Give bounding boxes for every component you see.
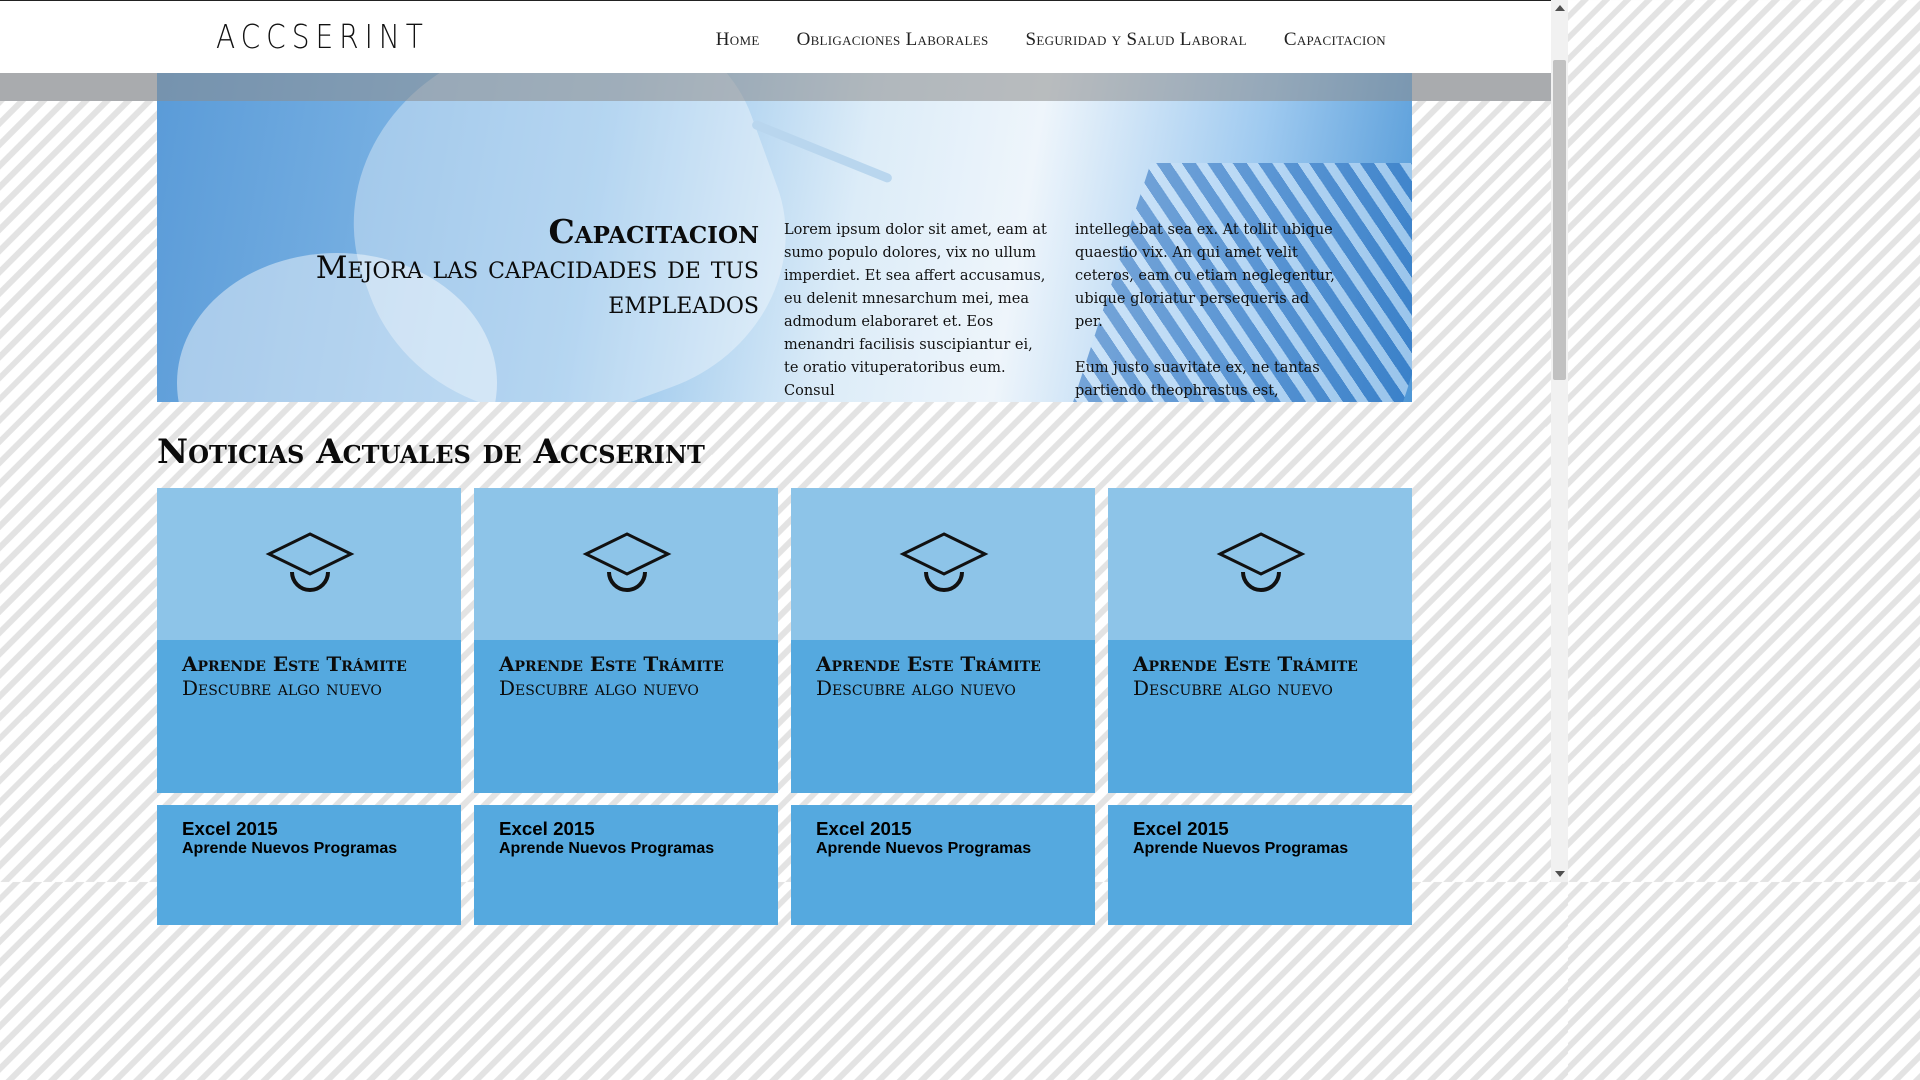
graduation-cap-icon bbox=[899, 532, 989, 592]
news-card-title: Aprende Este Trámite bbox=[1133, 652, 1358, 676]
graduation-cap-icon bbox=[1216, 532, 1306, 592]
news-card[interactable]: Aprende Este Trámite Descubre algo nuevo bbox=[791, 488, 1095, 793]
hero-title: Capacitacion bbox=[548, 212, 759, 251]
hero-paragraph: Lorem ipsum dolor sit amet, eam at sumo … bbox=[784, 222, 1047, 399]
nav-obligaciones-laborales[interactable]: Obligaciones Laborales bbox=[797, 29, 989, 51]
news-card-image bbox=[474, 488, 778, 640]
nav-capacitacion[interactable]: Capacitacion bbox=[1284, 29, 1386, 51]
course-card[interactable]: Excel 2015 Aprende Nuevos Programas bbox=[157, 805, 461, 925]
course-card-subtitle: Aprende Nuevos Programas bbox=[499, 840, 715, 857]
hero-subtitle: Mejora las capacidades de tus empleados bbox=[315, 250, 759, 321]
news-card-title: Aprende Este Trámite bbox=[816, 652, 1041, 676]
course-card[interactable]: Excel 2015 Aprende Nuevos Programas bbox=[474, 805, 778, 925]
news-card-title: Aprende Este Trámite bbox=[182, 652, 407, 676]
course-card-title: Excel 2015 bbox=[1133, 818, 1229, 839]
scroll-up-icon[interactable] bbox=[1555, 5, 1565, 11]
news-card-body: Aprende Este Trámite Descubre algo nuevo bbox=[791, 640, 1095, 793]
news-card-title: Aprende Este Trámite bbox=[499, 652, 724, 676]
course-card-subtitle: Aprende Nuevos Programas bbox=[816, 840, 1032, 857]
news-card-subtitle: Descubre algo nuevo bbox=[816, 676, 1016, 700]
news-card-subtitle: Descubre algo nuevo bbox=[499, 676, 699, 700]
site-header: ACCSERINT Home Obligaciones Laborales Se… bbox=[0, 0, 1551, 73]
site-logo[interactable]: ACCSERINT bbox=[216, 17, 429, 56]
hero-top-shade bbox=[157, 73, 1412, 101]
course-card-subtitle: Aprende Nuevos Programas bbox=[1133, 840, 1349, 857]
news-card[interactable]: Aprende Este Trámite Descubre algo nuevo bbox=[157, 488, 461, 793]
scroll-down-icon[interactable] bbox=[1555, 871, 1565, 877]
graduation-cap-icon bbox=[582, 532, 672, 592]
news-card-subtitle: Descubre algo nuevo bbox=[1133, 676, 1333, 700]
news-card-image bbox=[791, 488, 1095, 640]
hero-banner: Capacitacion Mejora las capacidades de t… bbox=[157, 73, 1412, 402]
hero-paragraph: Eum justo suavitate ex, ne tantas partie… bbox=[1075, 360, 1320, 399]
course-card-title: Excel 2015 bbox=[499, 818, 595, 839]
main-nav: Home Obligaciones Laborales Seguridad y … bbox=[716, 29, 1386, 51]
hero-paragraph: intellegebat sea ex. At tollit ubique qu… bbox=[1075, 222, 1335, 330]
news-card-body: Aprende Este Trámite Descubre algo nuevo bbox=[1108, 640, 1412, 793]
hero-heading: Capacitacion Mejora las capacidades de t… bbox=[267, 213, 759, 321]
scrollbar-thumb[interactable] bbox=[1553, 60, 1566, 380]
news-card[interactable]: Aprende Este Trámite Descubre algo nuevo bbox=[474, 488, 778, 793]
nav-home[interactable]: Home bbox=[716, 29, 760, 51]
course-card-title: Excel 2015 bbox=[182, 818, 278, 839]
course-card[interactable]: Excel 2015 Aprende Nuevos Programas bbox=[791, 805, 1095, 925]
hero-text-column-2: intellegebat sea ex. At tollit ubique qu… bbox=[1075, 219, 1340, 402]
news-card-image bbox=[1108, 488, 1412, 640]
course-card-title: Excel 2015 bbox=[816, 818, 912, 839]
news-card-image bbox=[157, 488, 461, 640]
news-section-title: Noticias Actuales de Accserint bbox=[157, 432, 705, 472]
nav-seguridad-salud-laboral[interactable]: Seguridad y Salud Laboral bbox=[1026, 29, 1247, 51]
page-scrollbar[interactable] bbox=[1551, 0, 1568, 882]
course-card[interactable]: Excel 2015 Aprende Nuevos Programas bbox=[1108, 805, 1412, 925]
news-card-body: Aprende Este Trámite Descubre algo nuevo bbox=[157, 640, 461, 793]
hero-text-column-1: Lorem ipsum dolor sit amet, eam at sumo … bbox=[784, 219, 1049, 402]
course-card-subtitle: Aprende Nuevos Programas bbox=[182, 840, 398, 857]
news-card-subtitle: Descubre algo nuevo bbox=[182, 676, 382, 700]
news-card[interactable]: Aprende Este Trámite Descubre algo nuevo bbox=[1108, 488, 1412, 793]
graduation-cap-icon bbox=[265, 532, 355, 592]
news-card-body: Aprende Este Trámite Descubre algo nuevo bbox=[474, 640, 778, 793]
